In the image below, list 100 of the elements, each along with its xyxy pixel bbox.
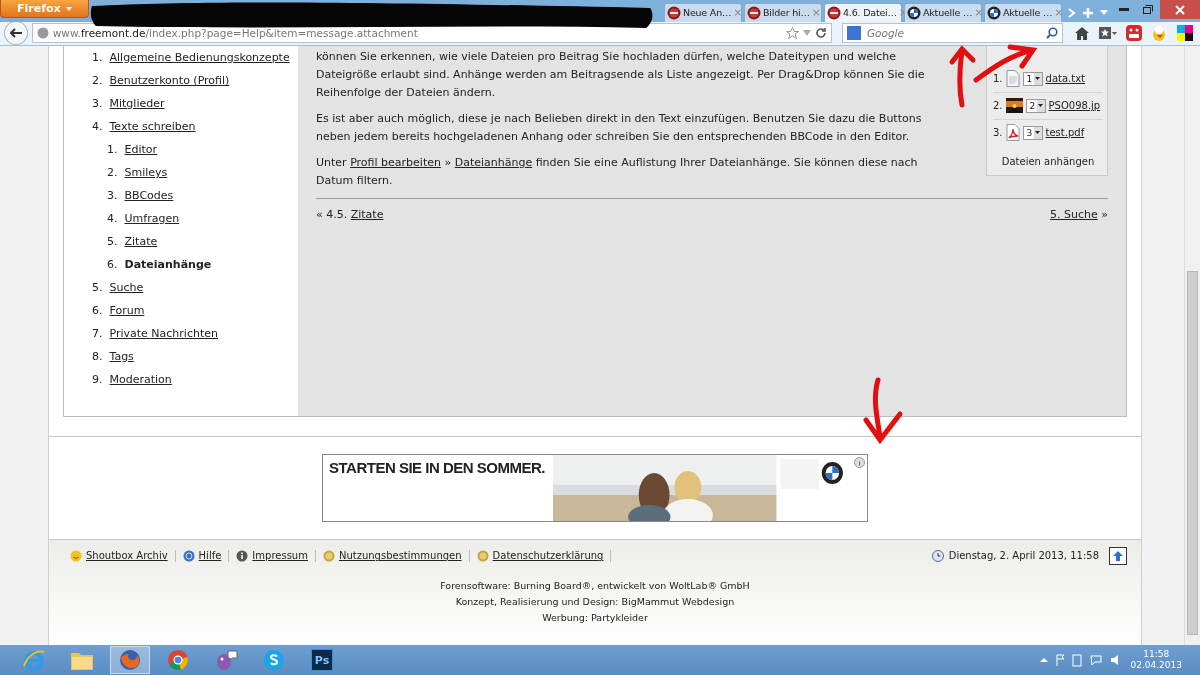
inline-link[interactable]: Profil bearbeiten (350, 155, 441, 169)
order-select[interactable]: 3 (1022, 125, 1043, 140)
sidebar-link[interactable]: Zitate (124, 234, 158, 248)
previous-link[interactable]: Zitate (350, 207, 384, 221)
item-number: 8. (92, 349, 103, 363)
favicon-icon (667, 5, 681, 20)
item-number: 1. (993, 73, 1003, 85)
order-select[interactable]: 2 (1025, 98, 1046, 113)
order-select[interactable]: 1 (1022, 71, 1043, 86)
search-field[interactable]: Google (864, 26, 1043, 41)
arrow-up-icon (1113, 550, 1123, 561)
search-icon[interactable] (1046, 27, 1059, 40)
info-icon[interactable] (854, 456, 865, 468)
item-number: 2. (993, 100, 1003, 112)
next-link[interactable]: 5. Suche (1050, 207, 1098, 221)
sidebar-link[interactable]: Mitglieder (109, 96, 165, 110)
attach-files-button[interactable]: Dateien anhängen (999, 151, 1097, 171)
sidebar-link[interactable]: Benutzerkonto (Profil) (109, 73, 230, 87)
sidebar-link[interactable]: Smileys (124, 165, 168, 179)
scroll-top-button[interactable] (1109, 546, 1127, 565)
caret-icon (1035, 77, 1041, 81)
help-paragraph: Unter Profil bearbeiten » Dateianhänge finden Sie eine Auflistung Ihrer Dateianhänge. Sie können diese nach Datum filtern. (316, 154, 919, 189)
inline-link[interactable]: Dateianhänge (454, 155, 533, 169)
sidebar-link[interactable]: Suche (109, 280, 144, 294)
smiley-icon (70, 549, 82, 562)
item-number: 9. (92, 372, 103, 386)
browser-e-icon (22, 648, 46, 672)
caret-icon (1035, 131, 1041, 135)
search-bar[interactable]: Google (841, 23, 1064, 44)
sidebar-link[interactable]: Editor (124, 142, 158, 156)
footer-datetime: Dienstag, 2. April 2013, 11:58 (948, 550, 1099, 562)
sidebar-link[interactable]: Dateianhänge (124, 257, 212, 271)
sidebar-link[interactable]: Private Nachrichten (109, 326, 218, 340)
clock-icon (931, 549, 944, 562)
search-engine-icon[interactable] (846, 26, 861, 41)
next-link-text: 5. Suche » (1050, 207, 1108, 221)
item-number: 4. (92, 119, 103, 133)
item-number: 1. (107, 142, 118, 156)
dropdown-icon[interactable] (802, 30, 811, 37)
sidebar-link[interactable]: Moderation (109, 372, 172, 386)
chrome-icon (166, 648, 190, 672)
item-number: 2. (92, 73, 103, 87)
item-number: 7. (92, 326, 103, 340)
favicon-icon (747, 5, 761, 20)
footer-link[interactable]: Hilfe (175, 549, 230, 562)
sidebar-link[interactable]: Texte schreiben (109, 119, 196, 133)
previous-link-text: « 4.5. Zitate (316, 207, 384, 221)
browser-tab[interactable]: Bilder hi… × (744, 2, 822, 22)
scrollbar[interactable] (1184, 45, 1200, 646)
coin-icon (476, 549, 489, 562)
annotation-arrow (863, 377, 903, 443)
file-link[interactable]: PSO098.jp (1048, 100, 1101, 112)
item-number: 3. (107, 188, 118, 202)
help-paragraph: können Sie erkennen, wie viele Dateien pro Beitrag Sie hochladen dürfen, welche Dateitypen und welche Dateigröße erlaubt sind. Anhänge werden am Beitragsende als Liste angezeigt. Per Drag&Drop können Sie die Reihenfolge der Dateien ändern. (316, 48, 926, 101)
item-number: 3. (993, 127, 1003, 139)
favicon-icon (827, 5, 841, 20)
taskbar-app[interactable] (110, 646, 150, 674)
sidebar-link[interactable]: BBCodes (124, 188, 174, 202)
item-number: 4. (107, 211, 118, 225)
reload-icon[interactable] (814, 27, 827, 40)
roundel-icon (907, 5, 921, 20)
file-link[interactable]: test.pdf (1045, 127, 1085, 139)
item-number: 1. (92, 50, 103, 64)
footer-link[interactable]: Impressum (229, 549, 316, 562)
caret-icon (1038, 104, 1044, 108)
info-icon (236, 549, 249, 562)
credit-line: Forensoftware: Burning Board®, entwickelt von WoltLab® GmbH (440, 579, 750, 591)
sidebar-link[interactable]: Umfragen (124, 211, 180, 225)
skype-icon (262, 648, 286, 672)
footer-link[interactable]: Shoutbox Archiv (63, 549, 176, 562)
sidebar-link[interactable]: Allgemeine Bedienungskonzepte (109, 50, 290, 64)
file-link[interactable]: data.txt (1045, 73, 1085, 85)
back-button[interactable] (4, 21, 28, 46)
sidebar-link[interactable]: Tags (109, 349, 134, 363)
bird-chat-icon (214, 648, 238, 672)
roundel-icon (987, 5, 1001, 20)
browser-tab[interactable]: Neue An… × (664, 2, 742, 22)
taskbar-app[interactable]: Ps (302, 646, 342, 674)
item-number: 6. (92, 303, 103, 317)
photo-icon (1005, 98, 1023, 114)
help-paragraph: Es ist aber auch möglich, diese je nach Belieben direkt in den Text einzufügen. Benutzen Sie dazu die Buttons neben jedem bereits hochgeladenen Anhang oder schreiben Sie den entsprechenden BBCode in den Editor. (316, 110, 923, 145)
footer-link[interactable]: Nutzungsbestimmungen (315, 549, 470, 562)
close-icon[interactable] (1160, 0, 1200, 19)
sidebar-link[interactable]: Forum (109, 303, 145, 317)
footer-link[interactable]: Datenschutzerklärung (469, 549, 612, 562)
ad-headline: STARTEN SIE IN DEN SOMMER. (328, 457, 546, 478)
item-number: 3. (92, 96, 103, 110)
ad-banner[interactable]: STARTEN SIE IN DEN SOMMER. (322, 453, 868, 522)
pdf-icon (1005, 124, 1020, 142)
item-number: 5. (107, 234, 118, 248)
fox-globe-icon (118, 648, 142, 672)
item-number: 6. (107, 257, 118, 271)
star-icon[interactable] (785, 27, 799, 40)
help-icon (182, 549, 195, 562)
document-icon (1005, 70, 1020, 88)
credit-line: Werbung: Partykleider (542, 611, 648, 623)
coin-icon (322, 549, 335, 562)
credit-line: Konzept, Realisierung und Design: BigMammut Webdesign (455, 595, 735, 607)
item-number: 5. (92, 280, 103, 294)
item-number: 2. (107, 165, 118, 179)
